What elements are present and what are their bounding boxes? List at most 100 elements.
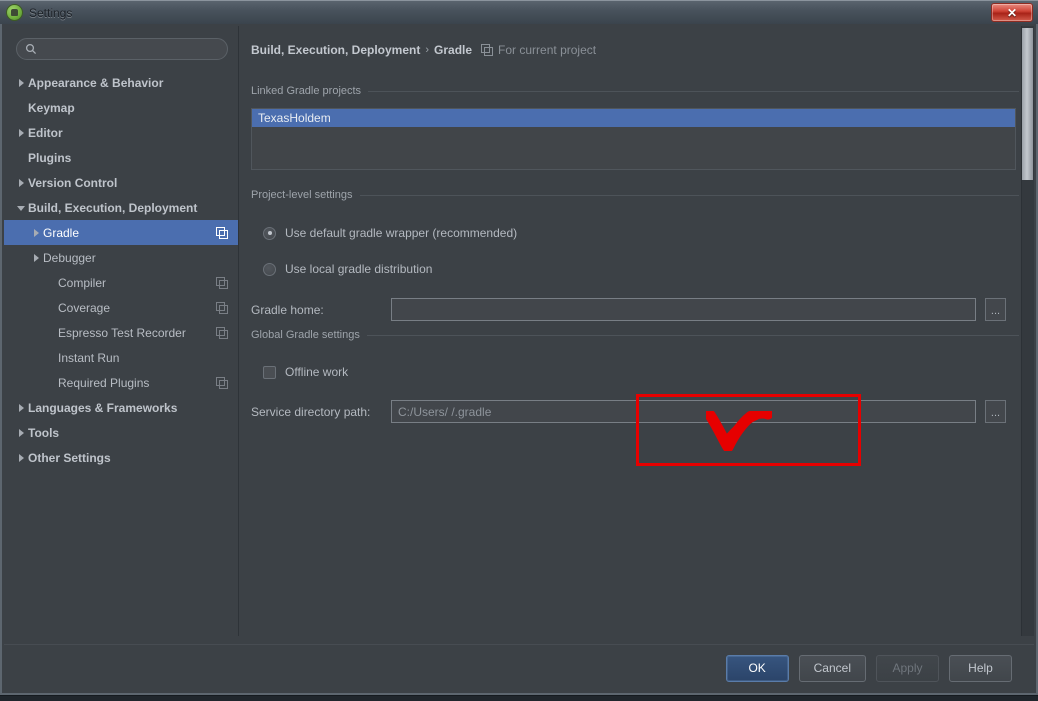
sidebar-item-label: Instant Run — [58, 350, 120, 365]
gradle-home-input[interactable] — [391, 298, 976, 321]
checkbox-icon — [263, 365, 276, 379]
gradle-home-row: Gradle home: ... — [251, 298, 1019, 321]
list-item[interactable]: TexasHoldem — [252, 109, 1015, 127]
settings-dialog: Appearance & Behavior Keymap Editor Plugins… — [0, 24, 1038, 695]
radio-label: Use default gradle wrapper (recommended) — [285, 226, 518, 240]
dialog-content-area: Appearance & Behavior Keymap Editor Plugins… — [4, 26, 1034, 646]
sidebar-item-instant-run[interactable]: Instant Run — [4, 345, 238, 370]
service-directory-browse-button[interactable]: ... — [985, 400, 1006, 423]
sidebar-item-label: Languages & Frameworks — [28, 400, 178, 415]
chevron-right-icon[interactable] — [31, 252, 43, 264]
global-settings-group-title: Global Gradle settings — [251, 328, 1019, 342]
sidebar-item-keymap[interactable]: Keymap — [4, 95, 238, 120]
sidebar-item-label: Required Plugins — [58, 375, 150, 390]
gradle-home-label: Gradle home: — [251, 302, 324, 317]
settings-tree: Appearance & Behavior Keymap Editor Plugins… — [4, 70, 238, 470]
group-title-rule — [366, 334, 1019, 336]
sidebar-item-languages-frameworks[interactable]: Languages & Frameworks — [4, 395, 238, 420]
settings-detail-panel: Build, Execution, Deployment › Gradle Fo… — [239, 26, 1034, 636]
radio-button-icon — [263, 226, 276, 240]
settings-sidebar: Appearance & Behavior Keymap Editor Plugins… — [4, 26, 239, 636]
sidebar-item-label: Tools — [28, 425, 60, 440]
vertical-scrollbar-track[interactable] — [1021, 26, 1034, 636]
sidebar-item-label: Appearance & Behavior — [28, 75, 164, 90]
sidebar-item-required-plugins[interactable]: Required Plugins — [4, 370, 238, 395]
sidebar-item-label: Debugger — [43, 250, 96, 265]
chevron-right-icon[interactable] — [16, 177, 28, 189]
vertical-scrollbar-thumb[interactable] — [1022, 28, 1033, 180]
close-icon: ✕ — [1006, 5, 1018, 20]
breadcrumb-parent[interactable]: Build, Execution, Deployment — [251, 43, 420, 57]
sidebar-item-espresso-test-recorder[interactable]: Espresso Test Recorder — [4, 320, 238, 345]
window-titlebar: Settings ✕ — [0, 0, 1038, 24]
project-scope-icon — [481, 44, 494, 56]
sidebar-item-build-execution-deployment[interactable]: Build, Execution, Deployment — [4, 195, 238, 220]
sidebar-item-label: Version Control — [28, 175, 118, 190]
group-title-text: Global Gradle settings — [251, 329, 360, 341]
linked-projects-group-title: Linked Gradle projects — [251, 84, 1019, 98]
group-title-rule — [359, 194, 1019, 196]
button-label: OK — [748, 661, 766, 675]
help-button[interactable]: Help — [949, 654, 1012, 682]
android-studio-icon — [7, 5, 22, 20]
chevron-down-icon[interactable] — [16, 202, 28, 214]
sidebar-item-other-settings[interactable]: Other Settings — [4, 445, 238, 470]
checkbox-offline-work[interactable]: Offline work — [263, 365, 1019, 379]
list-item-label: TexasHoldem — [258, 111, 331, 125]
titlebar-left-group: Settings — [7, 1, 72, 25]
project-level-group: Project-level settings Use default gradl… — [251, 188, 1019, 321]
group-title-text: Project-level settings — [251, 189, 353, 201]
sidebar-item-label: Plugins — [28, 150, 72, 165]
sidebar-item-label: Coverage — [58, 300, 111, 315]
browse-ellipsis-icon: ... — [990, 407, 1001, 419]
chevron-right-icon[interactable] — [31, 227, 43, 239]
sidebar-item-label: Build, Execution, Deployment — [28, 200, 198, 215]
breadcrumb-scope-note: For current project — [498, 43, 597, 57]
radio-use-local-distribution[interactable]: Use local gradle distribution — [263, 262, 1019, 276]
project-scope-icon — [216, 301, 228, 314]
chevron-right-icon[interactable] — [16, 427, 28, 439]
linked-projects-list[interactable]: TexasHoldem — [251, 108, 1016, 170]
group-title-rule — [368, 90, 1019, 92]
dialog-footer: OK Cancel Apply Help — [4, 644, 1034, 691]
chevron-right-icon[interactable] — [16, 77, 28, 89]
project-scope-icon — [216, 376, 228, 389]
search-input[interactable] — [16, 38, 228, 60]
button-label: Help — [968, 661, 993, 675]
sidebar-item-gradle[interactable]: Gradle — [4, 220, 238, 245]
radio-use-default-wrapper[interactable]: Use default gradle wrapper (recommended) — [263, 226, 1019, 240]
button-label: Apply — [892, 661, 923, 675]
group-title-text: Linked Gradle projects — [251, 85, 362, 97]
sidebar-item-appearance-behavior[interactable]: Appearance & Behavior — [4, 70, 238, 95]
service-directory-value: C:/Users/ /.gradle — [398, 404, 492, 419]
sidebar-item-version-control[interactable]: Version Control — [4, 170, 238, 195]
search-icon — [25, 43, 37, 55]
sidebar-item-compiler[interactable]: Compiler — [4, 270, 238, 295]
checkbox-label: Offline work — [285, 365, 349, 379]
ok-button[interactable]: OK — [725, 654, 789, 682]
breadcrumb-current: Gradle — [434, 43, 473, 57]
cancel-button[interactable]: Cancel — [798, 654, 866, 682]
chevron-right-icon[interactable] — [16, 452, 28, 464]
sidebar-item-editor[interactable]: Editor — [4, 120, 238, 145]
sidebar-item-label: Espresso Test Recorder — [58, 325, 186, 340]
chevron-right-icon[interactable] — [16, 127, 28, 139]
chevron-right-icon[interactable] — [16, 402, 28, 414]
sidebar-item-tools[interactable]: Tools — [4, 420, 238, 445]
global-settings-group: Global Gradle settings Offline work Serv… — [251, 328, 1019, 423]
sidebar-item-coverage[interactable]: Coverage — [4, 295, 238, 320]
button-label: Cancel — [813, 661, 851, 675]
radio-button-icon — [263, 262, 276, 276]
close-button[interactable]: ✕ — [991, 3, 1033, 22]
service-directory-input[interactable]: C:/Users/ /.gradle — [391, 400, 976, 423]
gradle-home-browse-button[interactable]: ... — [985, 298, 1006, 321]
project-level-group-title: Project-level settings — [251, 188, 1019, 202]
sidebar-item-plugins[interactable]: Plugins — [4, 145, 238, 170]
sidebar-item-debugger[interactable]: Debugger — [4, 245, 238, 270]
sidebar-item-label: Other Settings — [28, 450, 111, 465]
